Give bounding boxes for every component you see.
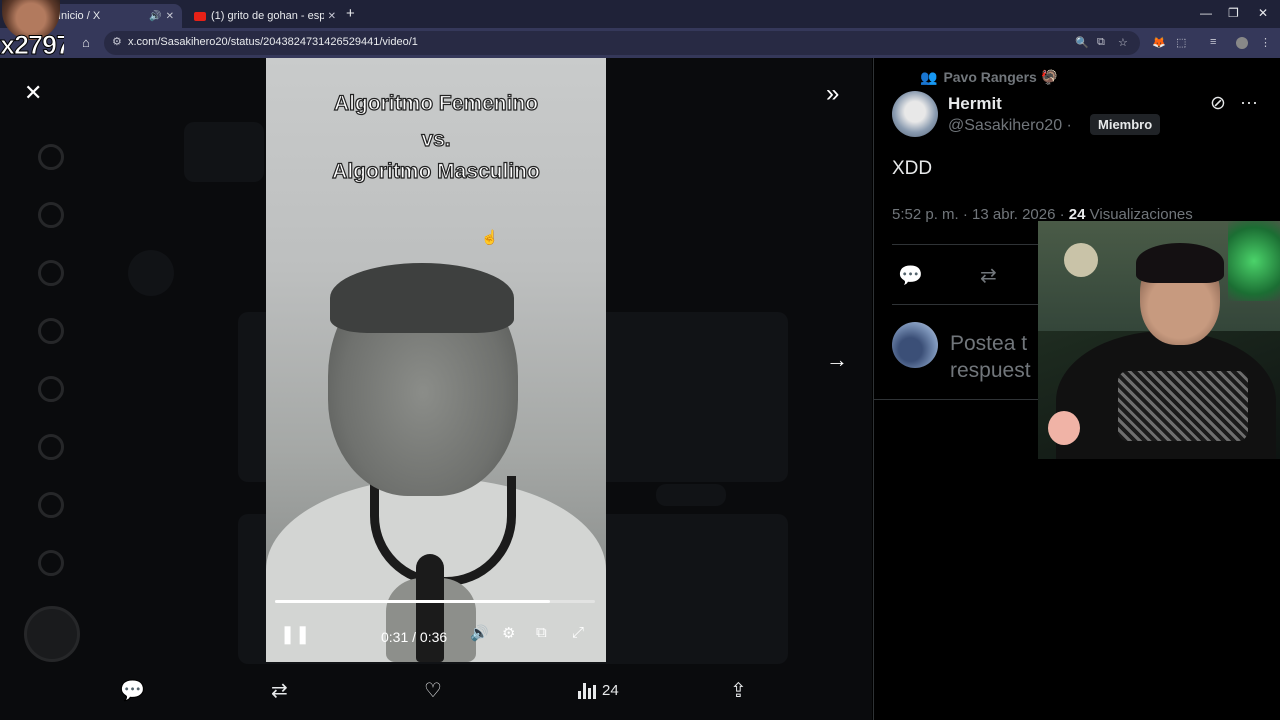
video-microphone [416, 554, 444, 662]
lists-icon [38, 434, 64, 460]
post-text: XDD [892, 158, 933, 179]
extensions-icon[interactable]: ⬚ [1176, 36, 1186, 49]
pause-icon[interactable]: ❚❚ [280, 624, 310, 645]
settings-icon[interactable]: ⚙ [502, 624, 515, 642]
reply-icon[interactable]: 💬 [120, 678, 145, 703]
reply-input[interactable]: Postea t respuest [950, 330, 1031, 384]
grok-icon[interactable]: ⊘ [1210, 92, 1226, 115]
more-icon [38, 550, 64, 576]
analytics-icon [578, 682, 596, 699]
messages-icon [38, 318, 64, 344]
reply-placeholder-line2: respuest [950, 359, 1031, 382]
extension-fox-icon[interactable]: 🦊 [1152, 36, 1166, 49]
tab-youtube[interactable]: (1) grito de gohan - español es ✕ [186, 4, 344, 28]
video-player[interactable]: Algoritmo Femenino vs. Algoritmo Masculi… [266, 58, 606, 662]
video-caption-line1: Algoritmo Femenino [333, 91, 539, 115]
video-caption-line2: vs. [421, 127, 451, 151]
bookmark-star-icon[interactable]: ☆ [1118, 36, 1128, 49]
new-tab-button[interactable]: + [346, 5, 355, 22]
video-caption-line3: Algoritmo Masculino [332, 159, 541, 183]
maximize-icon[interactable]: ❐ [1228, 6, 1239, 20]
home-icon [38, 144, 64, 170]
community-label[interactable]: 👥 Pavo Rangers 🦃 [920, 69, 1058, 86]
install-icon[interactable]: ⧉ [1097, 36, 1105, 49]
browser-menu-icon[interactable]: ⋮ [1260, 36, 1271, 49]
zoom-icon[interactable]: 🔍 [1075, 36, 1089, 49]
youtube-icon [194, 11, 206, 21]
current-user-avatar [892, 322, 938, 368]
share-icon[interactable]: ⇪ [730, 678, 747, 703]
reply-icon[interactable]: 💬 [898, 263, 923, 288]
compose-icon [24, 606, 80, 662]
site-info-icon[interactable]: ⚙ [112, 35, 122, 48]
browser-toolbar: ⌂ ⚙ x.com/Sasakihero20/status/2043824731… [0, 28, 1280, 58]
home-icon[interactable]: ⌂ [82, 35, 90, 50]
fullscreen-icon[interactable]: ⤢ [572, 624, 584, 641]
close-tab-icon[interactable]: ✕ [166, 11, 174, 22]
streamer-overlay: x2797 [0, 0, 64, 60]
community-name: Pavo Rangers 🦃 [943, 69, 1059, 85]
member-badge: Miembro [1090, 114, 1161, 135]
close-tab-icon[interactable]: ✕ [328, 11, 336, 22]
webcam-green-light [1228, 221, 1280, 301]
embedded-label [656, 484, 726, 506]
webcam-overlay [1038, 221, 1280, 459]
profile-avatar[interactable] [1236, 37, 1248, 49]
minimize-icon[interactable]: — [1200, 6, 1212, 20]
community-icon: 👥 [920, 69, 938, 85]
profile-icon [38, 492, 64, 518]
video-time: 0:31 / 0:36 [381, 629, 448, 645]
like-icon[interactable]: ♡ [424, 678, 442, 703]
webcam-person-hair [1136, 243, 1224, 283]
pig-sticker-icon [1048, 411, 1080, 445]
volume-icon[interactable]: 🔊 [470, 624, 489, 642]
video-person-hair [330, 263, 514, 333]
tab-inicio[interactable]: Inicio / X 🔊 ✕ [50, 4, 182, 28]
speaker-icon[interactable]: 🔊 [149, 11, 161, 22]
video-progress-bar[interactable] [275, 600, 595, 603]
close-icon[interactable]: ✕ [24, 80, 42, 106]
grok-icon [38, 376, 64, 402]
author-handle[interactable]: @Sasakihero20 · [948, 117, 1072, 135]
views-button[interactable]: 24 [578, 682, 619, 699]
tab-title: Inicio / X [58, 10, 101, 22]
streamer-text: x2797 [0, 30, 64, 61]
repost-icon[interactable]: ⇄ [271, 678, 288, 703]
webcam-lamp [1064, 243, 1098, 277]
media-control-icon[interactable]: ≡ [1210, 36, 1216, 48]
mouse-cursor-icon: ☝ [481, 229, 499, 245]
search-icon [38, 202, 64, 228]
pip-icon[interactable]: ⧉ [536, 624, 547, 641]
notifications-icon [38, 260, 64, 286]
video-progress-fill [275, 600, 551, 603]
address-bar[interactable]: ⚙ x.com/Sasakihero20/status/204382473142… [104, 31, 1140, 55]
video-thumbnail [184, 122, 264, 182]
reply-placeholder-line1: Postea t [950, 332, 1028, 355]
url-text: x.com/Sasakihero20/status/20438247314265… [128, 36, 418, 48]
repost-icon[interactable]: ⇄ [980, 263, 997, 288]
avatar [128, 250, 174, 296]
next-media-arrow-icon[interactable]: → [826, 347, 848, 373]
views-count: 24 [602, 682, 619, 699]
author-avatar[interactable] [892, 91, 938, 137]
author-name[interactable]: Hermit [948, 94, 1002, 114]
browser-tab-bar: Inicio / X 🔊 ✕ (1) grito de gohan - espa… [0, 0, 1280, 28]
close-window-icon[interactable]: ✕ [1258, 6, 1268, 20]
tab-title: (1) grito de gohan - español es [211, 10, 324, 22]
webcam-shirt-print [1118, 371, 1248, 441]
more-options-icon[interactable]: ··· [1240, 92, 1258, 113]
expand-panel-icon[interactable]: » [826, 80, 839, 108]
